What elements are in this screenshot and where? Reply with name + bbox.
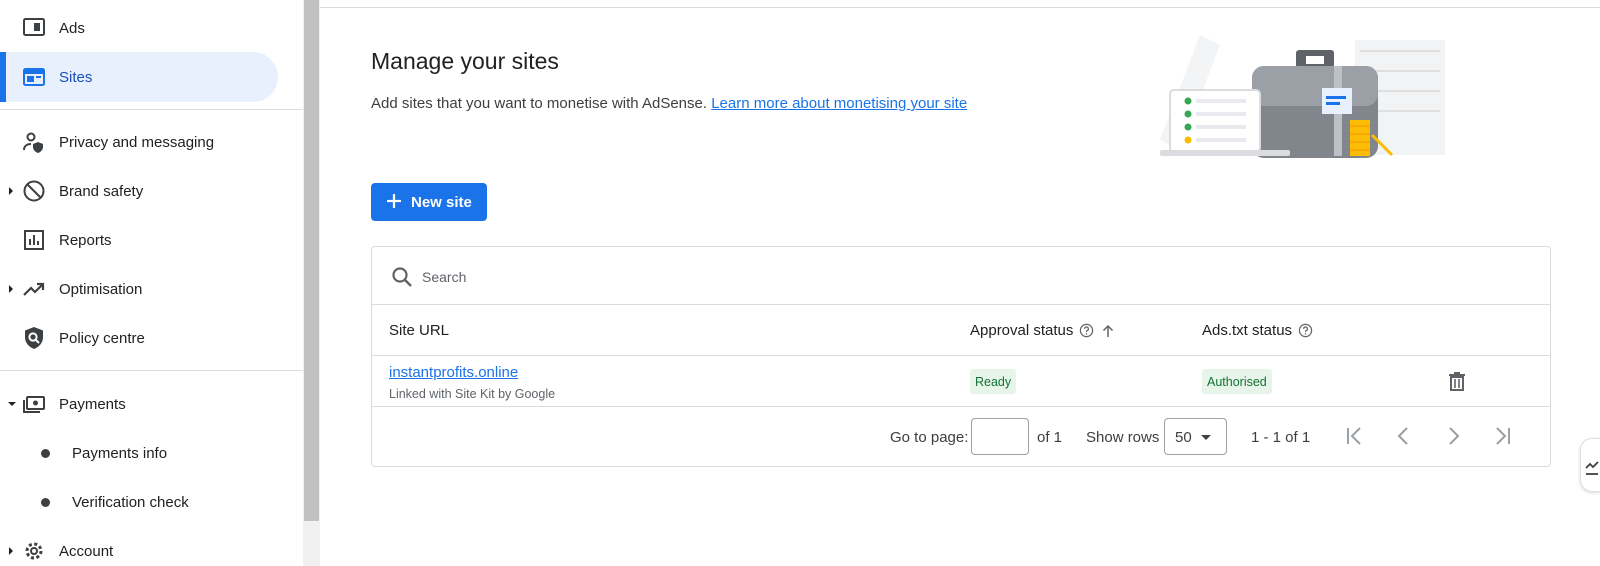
- feedback-icon: [1585, 461, 1599, 475]
- sidebar-item-label: Privacy and messaging: [59, 133, 215, 151]
- go-to-page-label: Go to page:: [890, 429, 969, 446]
- rows-per-page-select[interactable]: 50: [1164, 418, 1227, 455]
- sidebar-item-label: Account: [59, 542, 114, 560]
- delete-icon[interactable]: [1446, 370, 1468, 392]
- page-subtitle: Add sites that you want to monetise with…: [371, 95, 967, 112]
- column-header-site-url[interactable]: Site URL: [389, 322, 449, 339]
- sidebar-divider: [0, 370, 303, 371]
- page-count-text: of 1: [1037, 429, 1063, 446]
- range-text: 1 - 1 of 1: [1251, 429, 1311, 446]
- sidebar-item-payments[interactable]: Payments: [0, 379, 303, 429]
- rows-per-page-value: 50: [1175, 429, 1192, 446]
- subtitle-text: Add sites that you want to monetise with…: [371, 95, 708, 112]
- next-page-icon[interactable]: [1440, 423, 1466, 449]
- sites-icon: [23, 68, 45, 86]
- sites-table: Site URL Approval status Ads.txt status …: [371, 246, 1551, 467]
- policy-shield-icon: [25, 327, 43, 349]
- sidebar: Ads Sites Privacy and messaging Brand sa…: [0, 0, 303, 566]
- sidebar-item-label: Brand safety: [59, 182, 144, 200]
- page-number-input[interactable]: [971, 418, 1029, 455]
- reports-icon: [24, 230, 44, 250]
- search-input[interactable]: [422, 265, 922, 289]
- active-indicator: [0, 52, 6, 102]
- sidebar-item-verification-check[interactable]: Verification check: [0, 477, 303, 527]
- site-url-link[interactable]: instantprofits.online: [389, 364, 518, 381]
- sidebar-item-reports[interactable]: Reports: [0, 215, 303, 265]
- sidebar-item-label: Payments info: [72, 444, 168, 462]
- table-pagination: Go to page: of 1 Show rows 50 1 - 1 of 1: [372, 407, 1550, 467]
- sidebar-item-label: Ads: [59, 19, 85, 37]
- caret-down-icon[interactable]: [8, 402, 16, 406]
- sidebar-item-brand-safety[interactable]: Brand safety: [0, 166, 303, 216]
- bullet-icon: [41, 498, 50, 507]
- new-site-label: New site: [411, 194, 472, 211]
- briefcase-illustration: [1160, 35, 1445, 158]
- previous-page-icon[interactable]: [1391, 423, 1417, 449]
- block-icon: [23, 180, 45, 202]
- plus-icon: [387, 194, 401, 208]
- first-page-icon[interactable]: [1342, 423, 1368, 449]
- sort-arrow-up-icon[interactable]: [1101, 324, 1115, 338]
- bullet-icon: [41, 449, 50, 458]
- sidebar-item-privacy[interactable]: Privacy and messaging: [0, 117, 303, 167]
- column-header-ads-txt-status[interactable]: Ads.txt status: [1202, 322, 1313, 339]
- sidebar-item-label: Reports: [59, 231, 112, 249]
- ads-icon: [23, 18, 45, 36]
- sidebar-item-sites[interactable]: Sites: [0, 52, 278, 102]
- payments-icon: [23, 396, 45, 413]
- search-icon: [392, 267, 412, 287]
- sidebar-item-policy-centre[interactable]: Policy centre: [0, 313, 303, 363]
- trending-up-icon: [23, 282, 45, 296]
- column-label: Site URL: [389, 322, 450, 339]
- sidebar-item-account[interactable]: Account: [0, 526, 303, 566]
- approval-status-badge: Ready: [970, 369, 1017, 394]
- column-label: Ads.txt status: [1202, 322, 1293, 339]
- sidebar-divider: [0, 109, 303, 110]
- table-search-row: [372, 247, 1550, 305]
- sidebar-item-label: Policy centre: [59, 329, 145, 347]
- caret-right-icon[interactable]: [9, 187, 13, 195]
- feedback-widget[interactable]: [1580, 438, 1600, 492]
- column-label: Approval status: [970, 322, 1074, 339]
- new-site-button[interactable]: New site: [371, 183, 487, 221]
- page-title: Manage your sites: [371, 48, 559, 74]
- column-header-approval-status[interactable]: Approval status: [970, 322, 1115, 339]
- sidebar-item-payments-info[interactable]: Payments info: [0, 428, 303, 478]
- privacy-icon: [23, 132, 43, 153]
- help-icon[interactable]: [1079, 323, 1094, 338]
- site-linked-text: Linked with Site Kit by Google: [389, 387, 556, 401]
- gear-icon: [25, 542, 43, 560]
- sidebar-item-label: Payments: [59, 395, 126, 413]
- sidebar-item-optimisation[interactable]: Optimisation: [0, 264, 303, 314]
- sidebar-item-ads[interactable]: Ads: [0, 3, 303, 53]
- main-content: Manage your sites Add sites that you wan…: [320, 0, 1600, 566]
- show-rows-label: Show rows: [1086, 429, 1160, 446]
- help-icon[interactable]: [1298, 323, 1313, 338]
- last-page-icon[interactable]: [1489, 423, 1515, 449]
- table-header-row: Site URL Approval status Ads.txt status: [372, 305, 1550, 356]
- learn-more-link[interactable]: Learn more about monetising your site: [711, 95, 967, 112]
- sidebar-scrollbar-thumb[interactable]: [304, 0, 319, 521]
- table-row: instantprofits.online Linked with Site K…: [372, 356, 1550, 407]
- sidebar-item-label: Verification check: [72, 493, 189, 511]
- dropdown-arrow-icon: [1201, 435, 1211, 440]
- header-divider: [320, 7, 1600, 8]
- ads-txt-status-badge: Authorised: [1202, 369, 1272, 394]
- caret-right-icon[interactable]: [9, 547, 13, 555]
- caret-right-icon[interactable]: [9, 285, 13, 293]
- sidebar-item-label: Optimisation: [59, 280, 143, 298]
- sidebar-item-label: Sites: [59, 68, 93, 86]
- adsense-app: Ads Sites Privacy and messaging Brand sa…: [0, 0, 1600, 566]
